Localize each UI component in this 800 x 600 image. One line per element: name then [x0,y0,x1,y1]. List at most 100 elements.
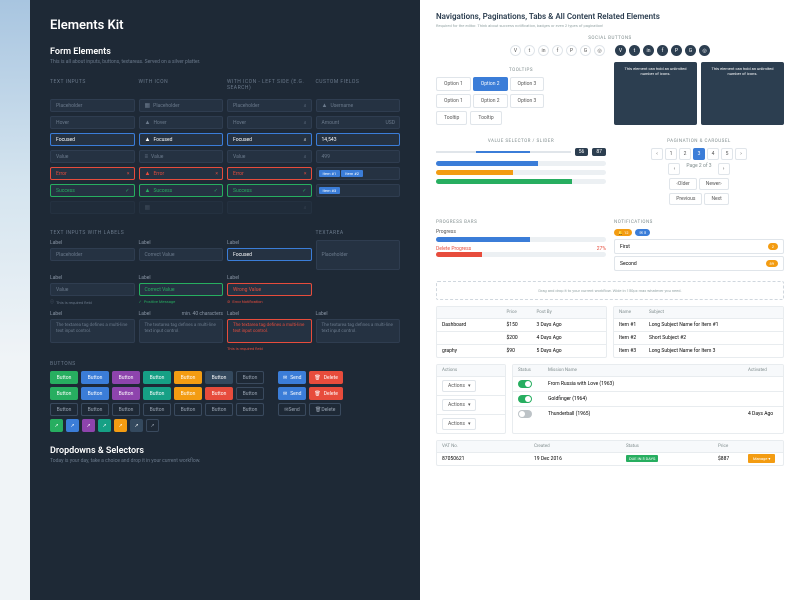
page-4[interactable]: 4 [707,148,719,160]
table-row[interactable]: Item #1Long Subject Name for Item #1 [614,319,783,332]
table-row[interactable]: graphy$905 Days Ago [437,345,606,357]
input-tags-1[interactable]: Item #1Item #2 [316,167,401,180]
actions-select[interactable]: Actions ▾ [442,418,476,430]
textarea[interactable]: The textarea tag defines a multi-line te… [139,319,224,343]
button-outline[interactable]: Button [143,403,171,416]
input-username[interactable]: ▲Username [316,99,401,112]
labeled-input-success[interactable]: Correct Value [139,283,224,296]
toggle-switch[interactable] [518,380,532,388]
delete-button[interactable]: 🗑Delete [309,371,342,384]
page-prev[interactable]: ‹ [668,163,680,175]
input-tags-2[interactable]: Item #3 [316,184,401,197]
input-icon-success[interactable]: ▲Success✓ [139,184,224,197]
tag[interactable]: Item #2 [341,170,363,177]
twitter-icon[interactable]: t [524,45,535,56]
tab-option-2[interactable]: Option 2 [473,77,508,91]
input-hover[interactable]: Hover [50,116,135,129]
icon-button[interactable]: ↗ [50,419,63,432]
button-outline[interactable]: Button [205,403,233,416]
button-dark[interactable]: Button [205,371,233,384]
input-search-value[interactable]: Value⌕ [227,150,312,163]
previous-button[interactable]: Previous [669,193,702,205]
linkedin-icon[interactable]: in [643,45,654,56]
page-next[interactable]: › [735,148,747,160]
table-row[interactable]: Item #2Short Subject #2 [614,332,783,345]
icon-button[interactable]: ↗ [114,419,127,432]
twitter-icon[interactable]: t [629,45,640,56]
vimeo-icon[interactable]: V [510,45,521,56]
button-outline[interactable]: Button [236,387,264,400]
table-row[interactable]: Goldfinger (1964) [513,392,783,407]
labeled-input-focused[interactable]: Focused [227,248,312,261]
close-icon[interactable]: × [127,171,130,177]
delete-button-outline[interactable]: 🗑 Delete [309,403,341,416]
icon-button[interactable]: ↗ [98,419,111,432]
labeled-input[interactable]: Correct Value [139,248,224,261]
button-orange[interactable]: Button [174,371,202,384]
table-row[interactable]: Dashboard$1503 Days Ago [437,319,606,332]
input-value[interactable]: Value [50,150,135,163]
actions-select[interactable]: Actions ▾ [442,399,476,411]
input-error[interactable]: Error× [50,167,135,180]
delete-button[interactable]: 🗑Delete [309,387,342,400]
input-amount[interactable]: AmountUSD [316,116,401,129]
button-outline[interactable]: Button [174,403,202,416]
button-cyan[interactable]: Button [143,387,171,400]
notification-item[interactable]: First2 [614,239,784,254]
page-3[interactable]: 3 [693,148,705,160]
button-blue[interactable]: Button [81,371,109,384]
input-success[interactable]: Success✓ [50,184,135,197]
tab-option-3[interactable]: Option 3 [510,94,545,108]
input-search-focused[interactable]: Focused⌕ [227,133,312,146]
input-icon-placeholder[interactable]: ▦Placeholder [139,99,224,112]
labeled-input[interactable]: Placeholder [50,248,135,261]
tooltip-button[interactable]: Tooltip [470,111,501,125]
tab-option-3[interactable]: Option 3 [510,77,545,91]
facebook-icon[interactable]: f [657,45,668,56]
page-5[interactable]: 5 [721,148,733,160]
pinterest-icon[interactable]: P [671,45,682,56]
notification-item[interactable]: Second89 [614,256,784,271]
textarea[interactable]: The textarea tag defines a multi-line te… [316,319,401,343]
next-button[interactable]: Next [704,193,728,205]
table-row[interactable]: Item #3Long Subject Name for Item 3 [614,345,783,357]
labeled-input[interactable]: Value [50,283,135,296]
input-icon-error[interactable]: ▲Error× [139,167,224,180]
actions-select[interactable]: Actions ▾ [442,380,476,392]
send-button-outline[interactable]: ✉ Send [278,403,306,416]
button-blue[interactable]: Button [81,387,109,400]
toggle-switch[interactable] [518,410,532,418]
tab-option-1[interactable]: Option 1 [436,94,471,108]
input-search-success[interactable]: Success✓ [227,184,312,197]
tab-option-1[interactable]: Option 1 [436,77,471,91]
input-number-2[interactable]: 499 [316,150,401,163]
slider[interactable] [436,151,571,153]
manage-button[interactable]: Manage ▾ [748,454,775,463]
tag[interactable]: Item #1 [319,170,341,177]
button-purple[interactable]: Button [112,387,140,400]
button-outline[interactable]: Button [236,371,264,384]
icon-button[interactable]: ↗ [146,419,159,432]
button-green[interactable]: Button [50,371,78,384]
page-2[interactable]: 2 [679,148,691,160]
google-plus-icon[interactable]: G [685,45,696,56]
tag[interactable]: Item #3 [319,187,341,194]
pinterest-icon[interactable]: P [566,45,577,56]
input-placeholder[interactable]: Placeholder [50,99,135,112]
table-row[interactable]: 87050621 19 Dec 2016 DUE IN 5 DAYS $887 … [437,453,783,465]
instagram-icon[interactable]: ◎ [699,45,710,56]
button-outline[interactable]: Button [112,403,140,416]
table-row[interactable]: From Russia with Love (1963) [513,377,783,392]
button-purple[interactable]: Button [112,371,140,384]
button-outline[interactable]: Button [236,403,264,416]
close-icon[interactable]: × [304,171,307,177]
button-green[interactable]: Button [50,387,78,400]
instagram-icon[interactable]: ◎ [594,45,605,56]
icon-button[interactable]: ↗ [130,419,143,432]
send-button[interactable]: ✉Send [278,387,306,400]
input-focused[interactable]: Focused [50,133,135,146]
tooltip-button[interactable]: Tooltip [436,111,467,125]
input-search-hover[interactable]: Hover⌕ [227,116,312,129]
icon-button[interactable]: ↗ [66,419,79,432]
linkedin-icon[interactable]: in [538,45,549,56]
